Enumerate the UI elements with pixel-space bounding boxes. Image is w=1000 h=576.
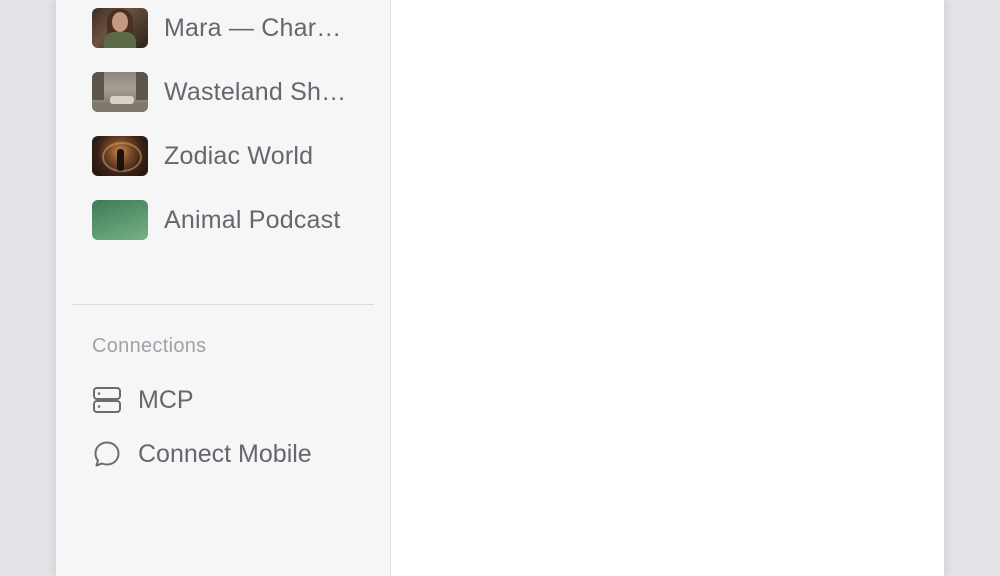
project-label: Mara — Char… [164, 13, 342, 42]
project-item-wasteland[interactable]: Wasteland Sh… [92, 71, 346, 113]
chat-bubble-icon [92, 439, 122, 469]
project-item-zodiac-world[interactable]: Zodiac World [92, 135, 313, 177]
connection-label: Connect Mobile [138, 439, 312, 468]
zodiac-scene-thumbnail [92, 136, 148, 176]
project-label: Animal Podcast [164, 205, 341, 234]
connections-section-title: Connections [92, 335, 207, 357]
project-item-animal-podcast[interactable]: Animal Podcast [92, 199, 341, 241]
connection-item-connect-mobile[interactable]: Connect Mobile [92, 436, 312, 472]
sidebar: Mara — Char… Wasteland Sh… Zodiac World … [56, 0, 391, 576]
server-icon [92, 385, 122, 415]
app-window: Mara — Char… Wasteland Sh… Zodiac World … [56, 0, 944, 576]
connection-item-mcp[interactable]: MCP [92, 382, 194, 418]
portrait-woman-thumbnail [92, 8, 148, 48]
connection-label: MCP [138, 385, 194, 414]
green-gradient-thumbnail [92, 200, 148, 240]
project-item-mara[interactable]: Mara — Char… [92, 7, 341, 49]
project-label: Wasteland Sh… [164, 77, 347, 106]
sidebar-divider [72, 304, 374, 305]
main-content-area [391, 0, 944, 576]
city-street-thumbnail [92, 72, 148, 112]
project-label: Zodiac World [164, 141, 314, 170]
